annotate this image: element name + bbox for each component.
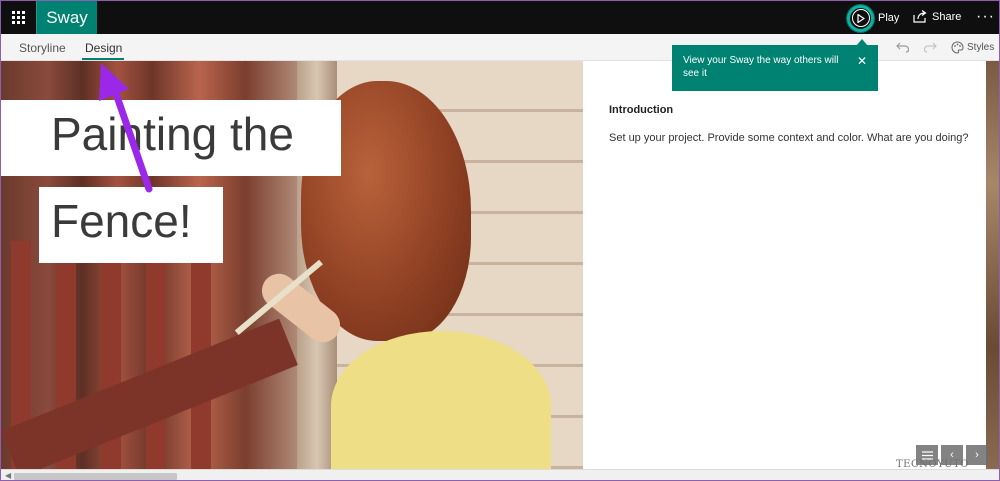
watermark: TECNOYUTO	[896, 459, 969, 470]
palette-icon	[951, 41, 964, 54]
scrollbar-thumb[interactable]	[14, 473, 177, 480]
top-bar: Sway Play Share ···	[1, 1, 999, 34]
waffle-icon	[12, 11, 25, 24]
tooltip-text: View your Sway the way others will see i…	[683, 55, 839, 79]
section-body-text[interactable]: Set up your project. Provide some contex…	[609, 129, 969, 147]
fence-picket	[146, 241, 166, 469]
share-button[interactable]: Share	[913, 10, 961, 23]
share-label: Share	[932, 10, 962, 23]
tooltip-close-icon[interactable]: ✕	[857, 54, 867, 68]
play-label: Play	[878, 12, 900, 24]
next-card-preview	[986, 61, 999, 469]
more-options-button[interactable]: ···	[976, 9, 995, 25]
horizontal-scrollbar[interactable]: ◀	[1, 469, 999, 480]
section-panel: Introduction Set up your project. Provid…	[583, 61, 986, 469]
styles-button[interactable]: Styles	[951, 41, 994, 54]
section-heading[interactable]: Introduction	[609, 104, 673, 116]
redo-icon[interactable]	[923, 41, 937, 53]
scroll-left-arrow-icon[interactable]: ◀	[5, 471, 11, 480]
tab-storyline[interactable]: Storyline	[19, 41, 66, 55]
app-window: Sway Play Share ··· Storyline Design Sty…	[0, 0, 1000, 481]
active-tab-indicator	[82, 58, 124, 60]
share-icon	[913, 10, 927, 23]
styles-label: Styles	[967, 42, 995, 53]
undo-icon[interactable]	[896, 41, 910, 53]
next-button[interactable]: ›	[966, 445, 988, 465]
girl-shirt	[331, 331, 551, 469]
play-icon	[851, 9, 870, 27]
annotation-arrow-icon	[99, 63, 153, 193]
play-icon-highlight	[847, 4, 874, 32]
app-name[interactable]: Sway	[36, 1, 97, 34]
sway-title-line1[interactable]: Painting the	[51, 107, 294, 161]
play-button[interactable]: Play	[847, 4, 899, 32]
sway-title-line2[interactable]: Fence!	[51, 194, 192, 248]
play-tooltip: View your Sway the way others will see i…	[672, 45, 878, 91]
tab-design[interactable]: Design	[85, 41, 122, 55]
app-launcher-button[interactable]	[1, 1, 36, 34]
